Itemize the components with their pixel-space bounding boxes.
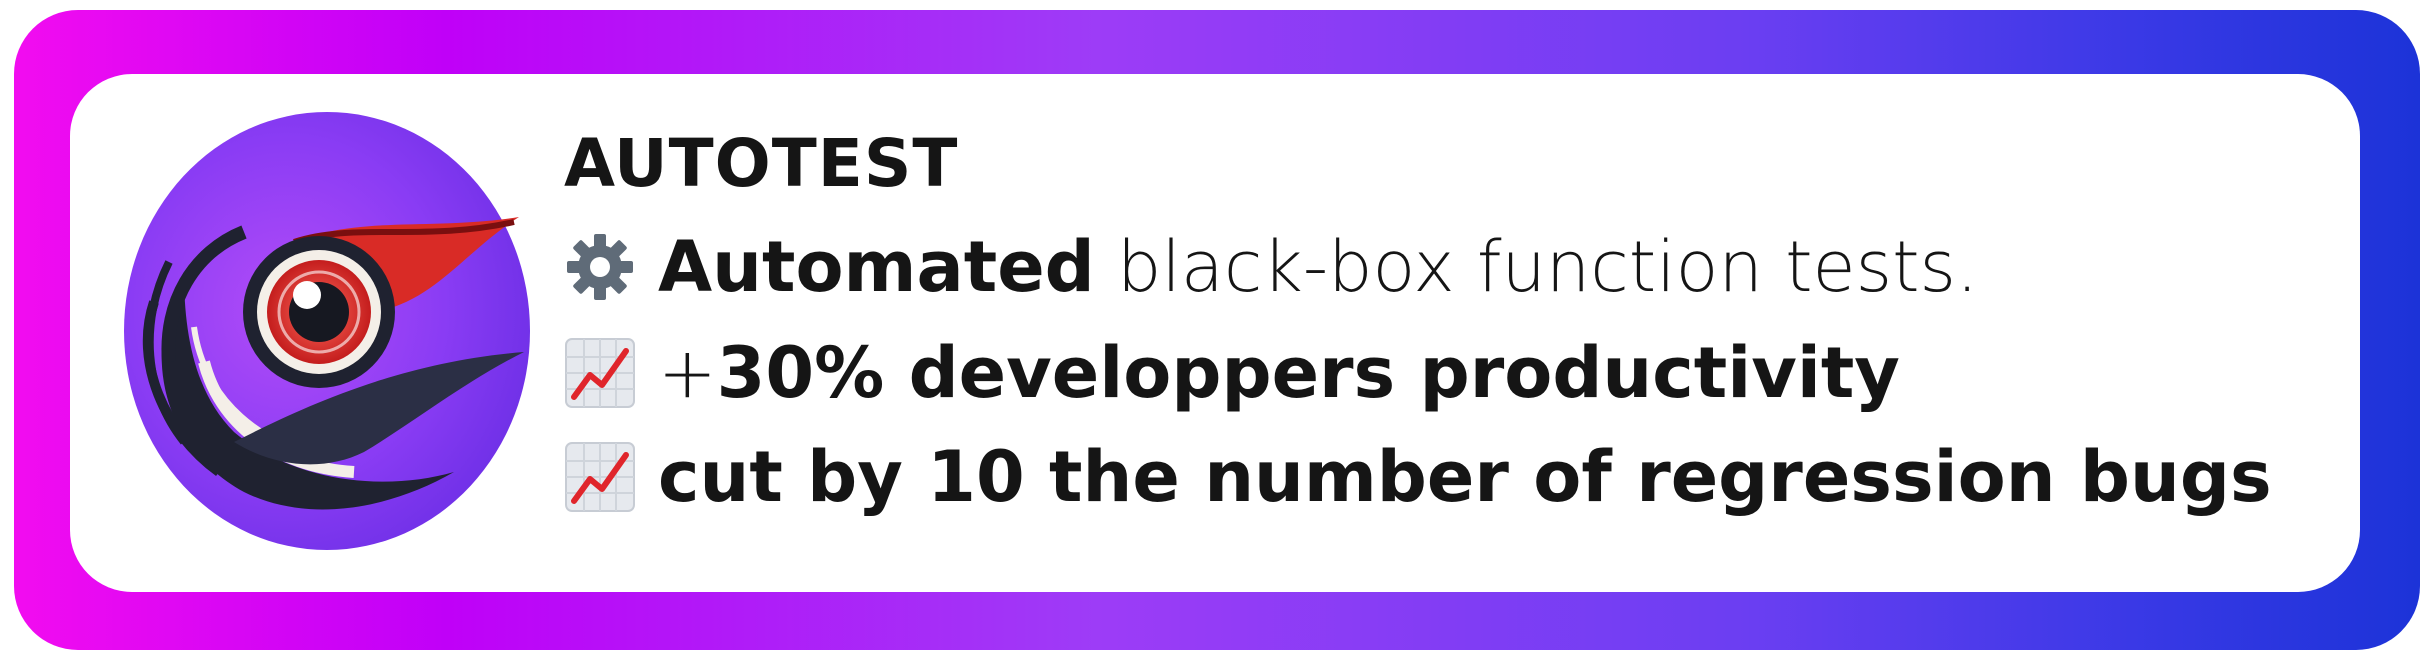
chart-increasing-icon	[565, 442, 635, 512]
feature-automated-tests: Automated black-box function tests.	[564, 222, 1978, 312]
feature-regression-text: cut by 10 the number of regression bugs	[658, 436, 2272, 518]
feature-automated-text: black-box function tests.	[1094, 226, 1979, 308]
feature-automated-bold: Automated	[658, 226, 1095, 308]
feature-productivity-text: 30% developpers productivity	[716, 332, 1900, 414]
feature-productivity: +30% developpers productivity	[564, 328, 1900, 418]
page-title: AUTOTEST	[564, 125, 959, 202]
feature-regression-bugs: cut by 10 the number of regression bugs	[564, 432, 2272, 522]
feature-productivity-prefix: +	[658, 332, 717, 414]
chart-increasing-icon	[565, 338, 635, 408]
autotest-logo	[124, 112, 530, 550]
gear-icon	[567, 234, 633, 300]
